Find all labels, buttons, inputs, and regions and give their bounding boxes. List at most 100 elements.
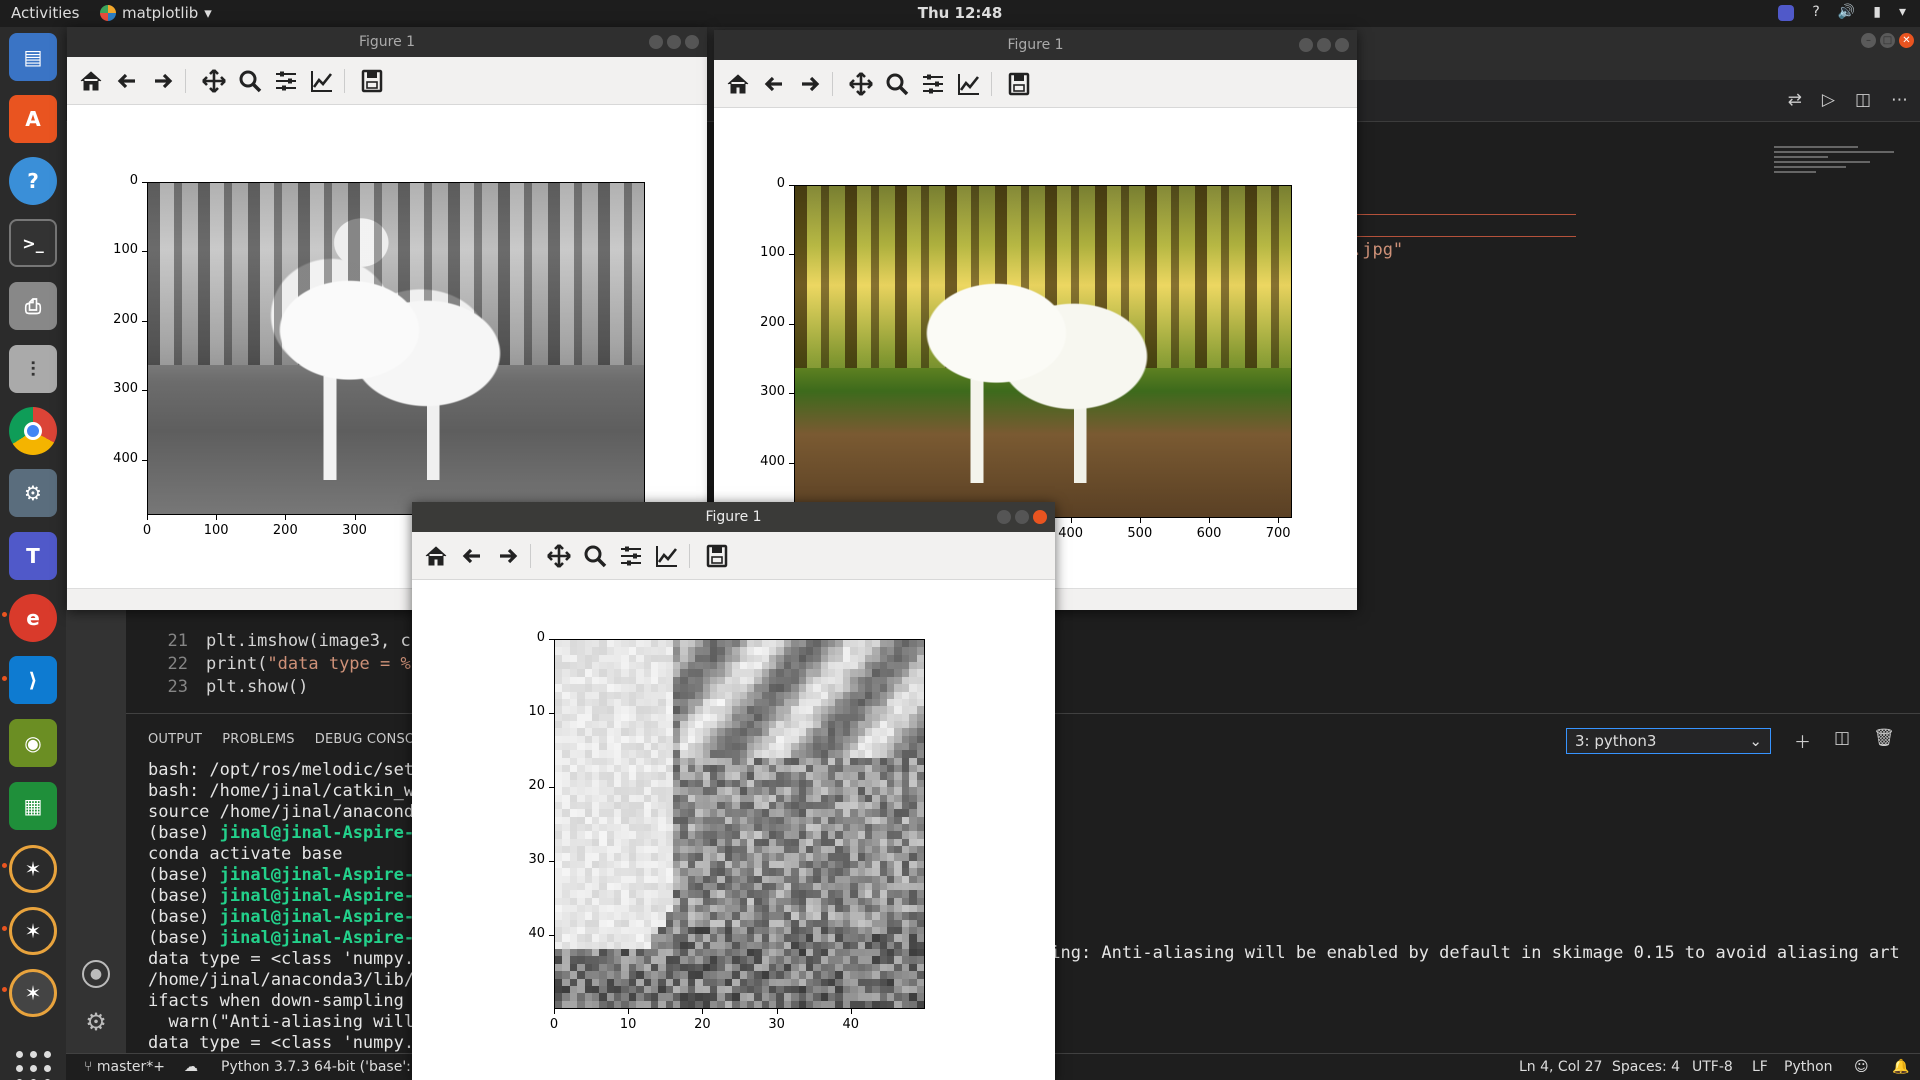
close-icon[interactable] bbox=[1033, 510, 1047, 524]
sync-icon[interactable]: ☁ bbox=[184, 1059, 198, 1075]
notifications-icon[interactable]: 🔔 bbox=[1892, 1059, 1909, 1075]
new-terminal-icon[interactable]: ＋ bbox=[1794, 728, 1811, 753]
forward-icon[interactable] bbox=[149, 67, 177, 95]
minimize-icon[interactable]: – bbox=[1861, 33, 1876, 48]
image-axes[interactable] bbox=[554, 639, 925, 1009]
close-icon[interactable] bbox=[1335, 38, 1349, 52]
ros-icon-3[interactable]: ✶ bbox=[9, 969, 57, 1017]
help-icon[interactable]: ? bbox=[9, 157, 57, 205]
split-terminal-icon[interactable]: ◫ bbox=[1834, 728, 1850, 753]
subplots-icon[interactable] bbox=[272, 67, 300, 95]
libreoffice-writer-icon[interactable]: ▤ bbox=[9, 33, 57, 81]
figure-titlebar[interactable]: Figure 1 bbox=[714, 30, 1357, 60]
software-center-icon[interactable]: A bbox=[9, 95, 57, 143]
home-icon[interactable] bbox=[422, 542, 450, 570]
volume-icon[interactable]: 🔊 bbox=[1838, 4, 1855, 21]
close-icon[interactable] bbox=[685, 35, 699, 49]
interpreter-status[interactable]: Python 3.7.3 64-bit ('base': co bbox=[221, 1059, 432, 1075]
terminal-select[interactable]: 3: python3 ⌄ bbox=[1566, 728, 1771, 754]
zoom-icon[interactable] bbox=[236, 67, 264, 95]
more-actions-icon[interactable]: ⋯ bbox=[1891, 90, 1908, 110]
forward-icon[interactable] bbox=[494, 542, 522, 570]
indentation[interactable]: Spaces: 4 bbox=[1612, 1059, 1680, 1075]
activities-button[interactable]: Activities bbox=[11, 4, 79, 22]
maximize-icon[interactable]: □ bbox=[1880, 33, 1895, 48]
subplots-icon[interactable] bbox=[919, 70, 947, 98]
pan-icon[interactable] bbox=[200, 67, 228, 95]
teams-icon[interactable]: T bbox=[9, 532, 57, 580]
accounts-icon[interactable]: ● bbox=[82, 960, 110, 988]
maximize-icon[interactable] bbox=[1317, 38, 1331, 52]
encoding[interactable]: UTF-8 bbox=[1692, 1059, 1733, 1075]
back-icon[interactable] bbox=[458, 542, 486, 570]
minimize-icon[interactable] bbox=[1299, 38, 1313, 52]
language-mode[interactable]: Python bbox=[1784, 1059, 1833, 1075]
maximize-icon[interactable] bbox=[1015, 510, 1029, 524]
code-line[interactable]: 21 plt.imshow(image3, c bbox=[126, 631, 411, 654]
image-axes[interactable] bbox=[147, 182, 645, 515]
pan-icon[interactable] bbox=[847, 70, 875, 98]
feedback-icon[interactable]: ☺ bbox=[1854, 1059, 1869, 1075]
terminal-icon[interactable]: >_ bbox=[9, 219, 57, 267]
close-icon[interactable]: ✕ bbox=[1899, 33, 1914, 48]
settings-tools-icon[interactable]: ⚙ bbox=[9, 469, 57, 517]
show-applications-button[interactable] bbox=[12, 1047, 54, 1080]
tab-debug-console[interactable]: DEBUG CONSOL bbox=[315, 732, 423, 747]
run-icon[interactable]: ▷ bbox=[1822, 90, 1835, 110]
image-axes[interactable] bbox=[794, 185, 1292, 518]
edit-axes-icon[interactable] bbox=[653, 542, 681, 570]
back-icon[interactable] bbox=[113, 67, 141, 95]
editor-icon[interactable]: e bbox=[9, 594, 57, 642]
minimize-icon[interactable] bbox=[997, 510, 1011, 524]
terminal-prompt-user: jinal@jinal-Aspire- bbox=[219, 907, 415, 927]
clock[interactable]: Thu 12:48 bbox=[918, 4, 1003, 22]
zoom-icon[interactable] bbox=[581, 542, 609, 570]
back-icon[interactable] bbox=[760, 70, 788, 98]
help-icon[interactable]: ? bbox=[1812, 4, 1819, 21]
tab-problems[interactable]: PROBLEMS bbox=[222, 732, 295, 747]
compare-changes-icon[interactable]: ⇄ bbox=[1788, 90, 1802, 110]
branch-status[interactable]: ⑂ master*+ bbox=[84, 1059, 165, 1075]
code-line[interactable]: 23 plt.show() bbox=[126, 677, 309, 700]
forward-icon[interactable] bbox=[796, 70, 824, 98]
zoom-icon[interactable] bbox=[883, 70, 911, 98]
figure-titlebar[interactable]: Figure 1 bbox=[67, 27, 707, 57]
home-icon[interactable] bbox=[724, 70, 752, 98]
tab-output[interactable]: OUTPUT bbox=[148, 732, 202, 747]
edit-axes-icon[interactable] bbox=[955, 70, 983, 98]
home-icon[interactable] bbox=[77, 67, 105, 95]
ros-icon-2[interactable]: ✶ bbox=[9, 907, 57, 955]
figure-titlebar[interactable]: Figure 1 bbox=[412, 502, 1055, 532]
chevron-down-icon[interactable]: ▾ bbox=[1899, 4, 1906, 21]
ros-icon[interactable]: ✶ bbox=[9, 845, 57, 893]
cursor-position[interactable]: Ln 4, Col 27 bbox=[1519, 1059, 1602, 1075]
end-of-line[interactable]: LF bbox=[1752, 1059, 1768, 1075]
split-editor-icon[interactable]: ◫ bbox=[1855, 90, 1871, 110]
save-icon[interactable] bbox=[703, 542, 731, 570]
system-tray[interactable]: ? 🔊 ▮ ▾ bbox=[1778, 4, 1906, 21]
x-tick-label: 0 bbox=[549, 1017, 559, 1032]
minimize-icon[interactable] bbox=[649, 35, 663, 49]
scanner-icon[interactable]: ⎙ bbox=[9, 282, 57, 330]
x-tick-mark bbox=[1139, 518, 1141, 523]
subplots-icon[interactable] bbox=[617, 542, 645, 570]
app-menu[interactable]: matplotlib ▾ bbox=[100, 4, 212, 22]
pan-icon[interactable] bbox=[545, 542, 573, 570]
battery-icon[interactable]: ▮ bbox=[1873, 4, 1881, 21]
minimap[interactable] bbox=[1774, 143, 1894, 203]
teams-icon[interactable] bbox=[1778, 5, 1795, 21]
mixer-icon[interactable]: ⫶ bbox=[9, 345, 57, 393]
chrome-icon[interactable] bbox=[9, 407, 57, 455]
manage-gear-icon[interactable]: ⚙ bbox=[82, 1008, 110, 1036]
kill-terminal-icon[interactable]: 🗑 bbox=[1873, 728, 1895, 753]
edit-axes-icon[interactable] bbox=[308, 67, 336, 95]
save-icon[interactable] bbox=[1005, 70, 1033, 98]
editor-actions: ⇄ ▷ ◫ ⋯ bbox=[1788, 90, 1908, 110]
save-icon[interactable] bbox=[358, 67, 386, 95]
vscode-icon[interactable]: ⟩ bbox=[9, 656, 57, 704]
code-line[interactable]: 22 print("data type = % bbox=[126, 654, 411, 677]
spreadsheet-icon[interactable]: ▦ bbox=[9, 782, 57, 830]
branch-icon: ⑂ bbox=[84, 1059, 97, 1075]
image-viewer-icon[interactable]: ◉ bbox=[9, 719, 57, 767]
maximize-icon[interactable] bbox=[667, 35, 681, 49]
